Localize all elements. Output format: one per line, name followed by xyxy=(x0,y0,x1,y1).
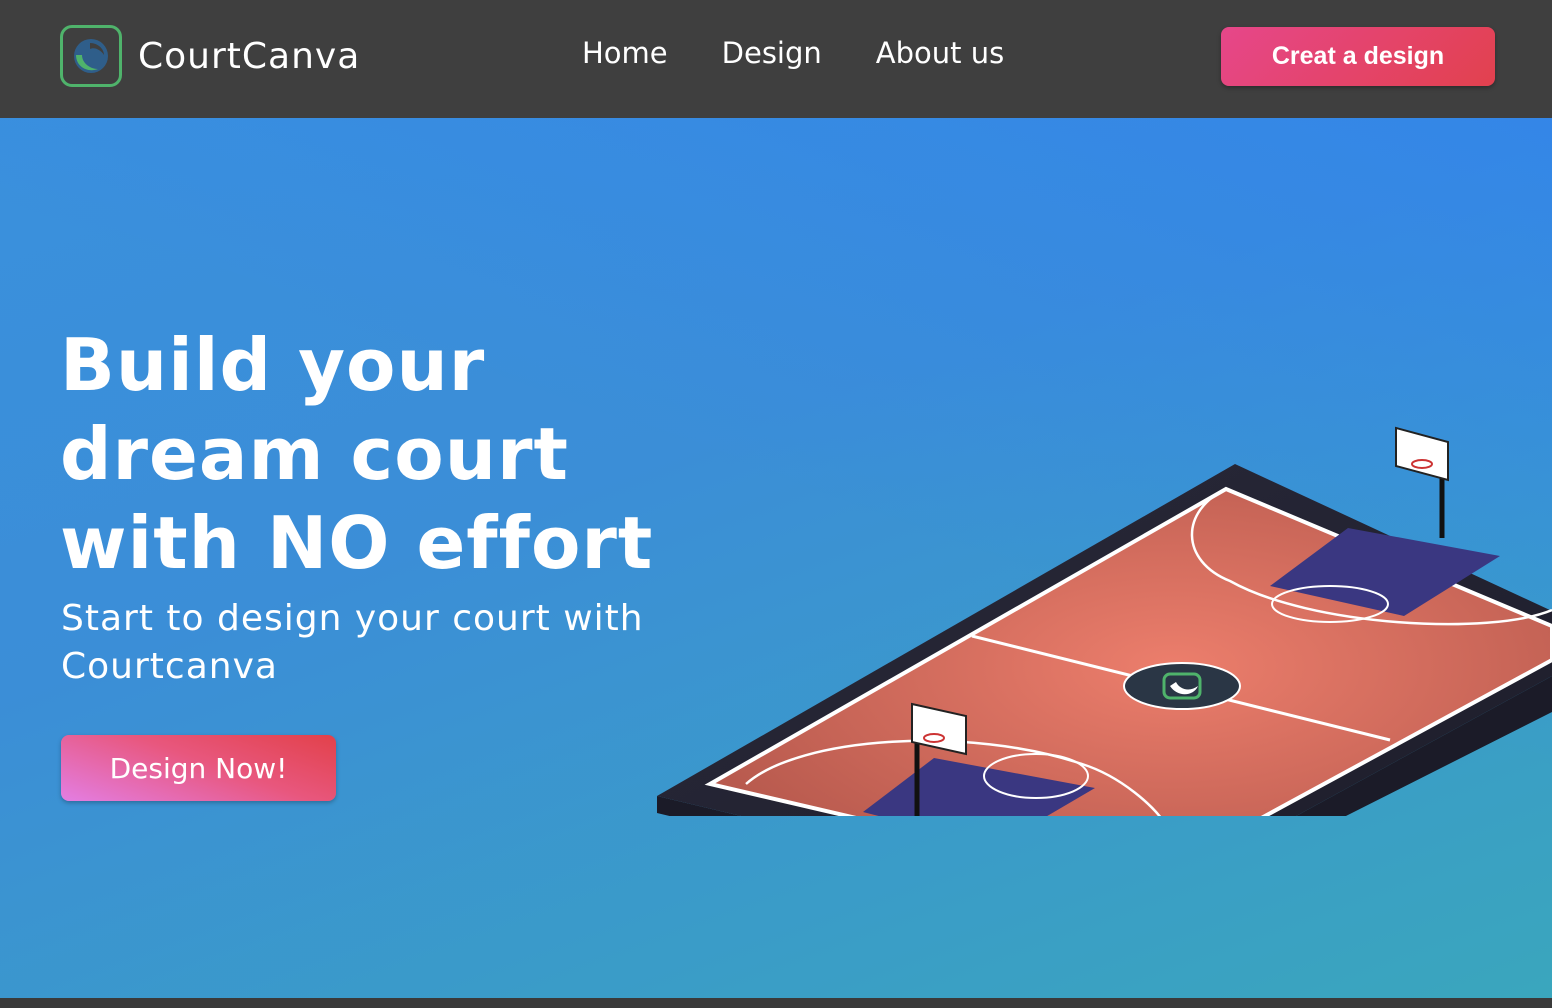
nav-design[interactable]: Design xyxy=(722,36,822,70)
hero-headline: Build your dream court with NO effort xyxy=(60,323,654,585)
basketball-court-illustration xyxy=(650,306,1552,926)
main-nav: Home Design About us xyxy=(582,36,1058,70)
brand-name: CourtCanva xyxy=(138,35,361,77)
top-navigation-bar: CourtCanva Home Design About us Creat a … xyxy=(0,0,1552,118)
design-now-button[interactable]: Design Now! xyxy=(61,735,336,801)
create-design-button[interactable]: Creat a design xyxy=(1221,27,1495,86)
nav-about-us[interactable]: About us xyxy=(876,36,1004,70)
hero-section: Build your dream court with NO effort St… xyxy=(0,118,1552,998)
brand[interactable]: CourtCanva xyxy=(60,22,360,90)
courtcanva-logo-icon xyxy=(60,25,122,87)
nav-home[interactable]: Home xyxy=(582,36,668,70)
hero-subtext: Start to design your court with Courtcan… xyxy=(61,598,644,687)
bottom-edge xyxy=(0,998,1552,1008)
